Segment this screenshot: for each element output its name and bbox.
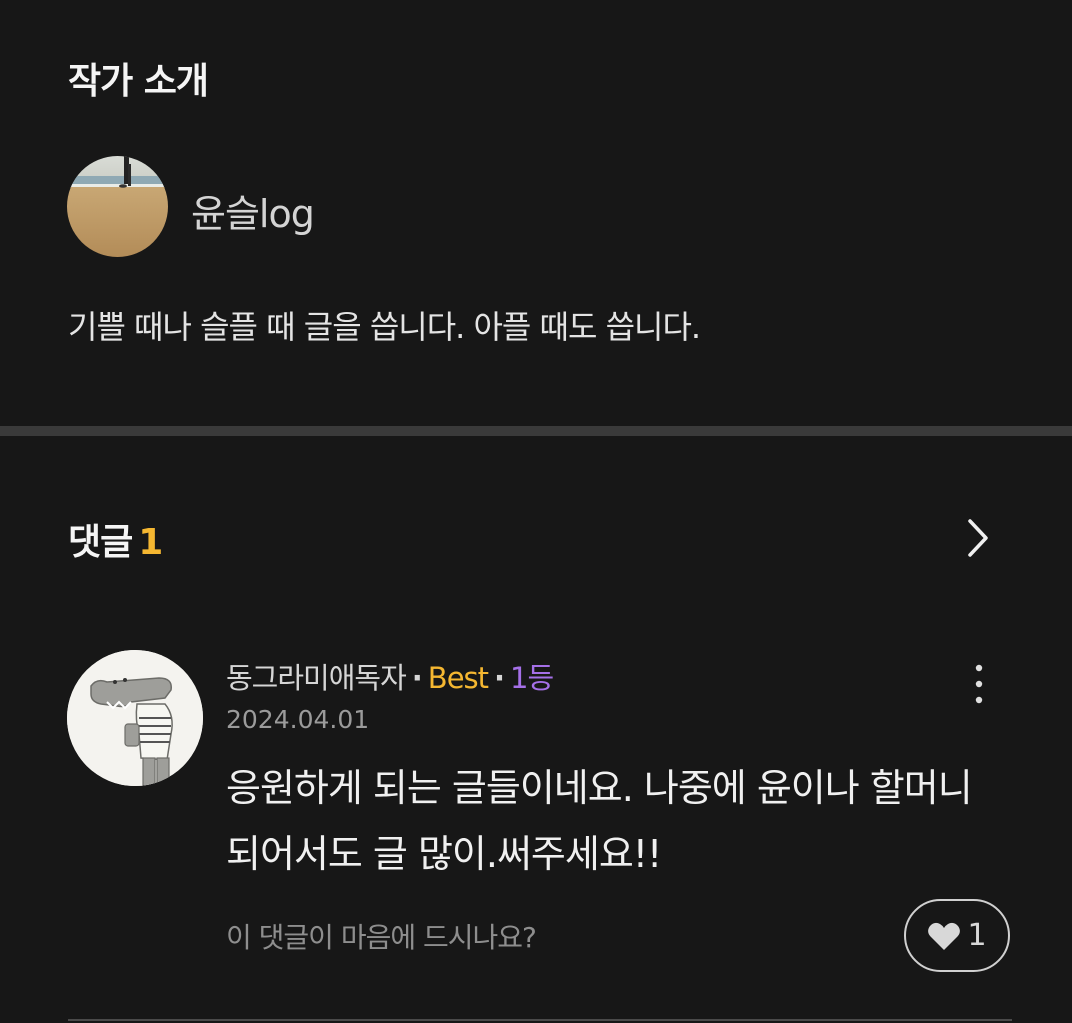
best-badge: Best: [427, 661, 489, 695]
heart-icon: [928, 922, 961, 950]
like-prompt: 이 댓글이 마음에 드시나요?: [226, 921, 537, 954]
like-count: 1: [967, 918, 987, 953]
more-vertical-icon: [975, 664, 983, 704]
author-intro-title: 작가 소개: [68, 61, 209, 102]
comment-more-options-button[interactable]: [960, 660, 998, 708]
comment-bottom-divider: [68, 1019, 1012, 1021]
comments-more-chevron-button[interactable]: [956, 513, 1000, 563]
comment-meta: 동그라미애독자 · Best · 1등: [226, 655, 554, 697]
commenter-avatar[interactable]: [67, 650, 203, 786]
like-button[interactable]: 1: [904, 899, 1010, 972]
chevron-right-icon: [968, 519, 988, 557]
author-name[interactable]: 윤슬log: [191, 183, 315, 238]
comments-header: 댓글 1: [68, 513, 163, 565]
rank-badge: 1등: [510, 661, 554, 695]
author-avatar[interactable]: [67, 156, 168, 257]
author-intro-section: 작가 소개 윤슬log 기쁠 때나 슬플 때 글을 씁니다. 아플 때도 씁니다…: [0, 0, 1072, 426]
meta-separator-dot: ·: [494, 661, 505, 695]
author-bio: 기쁠 때나 슬플 때 글을 씁니다. 아플 때도 씁니다.: [68, 308, 701, 346]
comment-text: 응원하게 되는 글들이네요. 나중에 윤이나 할머니 되어서도 글 많이.써주세…: [226, 766, 973, 876]
comment-date: 2024.04.01: [226, 705, 370, 734]
meta-separator-dot: ·: [411, 661, 423, 695]
comments-count: 1: [138, 522, 163, 563]
commenter-name[interactable]: 동그라미애독자: [226, 661, 407, 695]
comments-title: 댓글: [68, 522, 133, 563]
section-divider: [0, 426, 1072, 436]
